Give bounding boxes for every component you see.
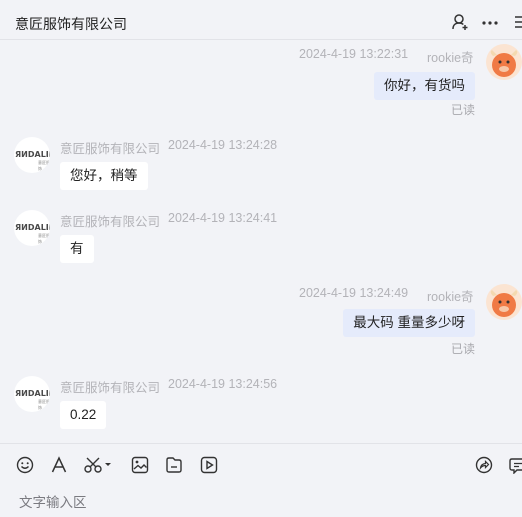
font-icon[interactable] <box>50 456 68 474</box>
share-icon[interactable] <box>475 456 493 474</box>
user-avatar[interactable] <box>486 44 522 80</box>
message-time: 2024-4-19 13:22:31 <box>299 47 409 61</box>
message-time: 2024-4-19 13:24:28 <box>168 138 278 152</box>
shop-logo-sub: 意匠服饰 <box>38 160 50 171</box>
user-avatar[interactable] <box>486 284 522 320</box>
message-sender: rookie奇 <box>427 51 474 65</box>
message-bubble[interactable]: 您好，稍等 <box>60 162 148 190</box>
message-time: 2024-4-19 13:24:41 <box>168 211 278 225</box>
message-bubble[interactable]: 有 <box>60 235 94 263</box>
shop-logo-sub: 意匠服饰 <box>38 399 50 410</box>
message-sender: rookie奇 <box>427 290 474 304</box>
chat-title: 意匠服饰有限公司 <box>15 16 127 32</box>
shop-avatar[interactable]: ЯИDALII 意匠服饰 <box>14 137 50 173</box>
add-user-icon[interactable] <box>451 13 469 31</box>
shop-logo-sub: 意匠服饰 <box>38 233 50 244</box>
shop-avatar[interactable]: ЯИDALII 意匠服饰 <box>14 210 50 246</box>
message-sender: 意匠服饰有限公司 <box>60 381 161 395</box>
more-icon[interactable] <box>481 13 499 31</box>
message-input[interactable]: 文字输入区 <box>19 491 87 511</box>
message-time: 2024-4-19 13:24:49 <box>299 286 409 300</box>
emoji-icon[interactable] <box>16 456 34 474</box>
shop-logo: ЯИDALII <box>15 223 50 232</box>
message-time: 2024-4-19 13:24:56 <box>168 377 278 391</box>
message-sender: 意匠服饰有限公司 <box>60 142 161 156</box>
message-list[interactable]: 2024-4-19 13:22:31 rookie奇 你好，有货吗 已读 ЯИD… <box>0 40 522 443</box>
video-icon[interactable] <box>200 456 218 474</box>
shop-avatar[interactable]: ЯИDALII 意匠服饰 <box>14 376 50 412</box>
message-bubble[interactable]: 最大码 重量多少呀 <box>343 309 475 337</box>
chat-header: 意匠服饰有限公司 <box>0 0 522 40</box>
composer: 文字输入区 <box>0 443 522 517</box>
read-status: 已读 <box>451 103 476 117</box>
shop-logo: ЯИDALII <box>15 150 50 159</box>
shop-logo: ЯИDALII <box>15 389 50 398</box>
read-status: 已读 <box>451 342 476 356</box>
scissors-icon[interactable] <box>84 456 112 474</box>
image-icon[interactable] <box>131 456 149 474</box>
message-bubble[interactable]: 0.22 <box>60 401 107 429</box>
list-icon[interactable] <box>513 13 522 31</box>
message-bubble[interactable]: 你好，有货吗 <box>374 72 475 100</box>
message-sender: 意匠服饰有限公司 <box>60 215 161 229</box>
quick-reply-icon[interactable] <box>509 456 522 474</box>
file-icon[interactable] <box>165 456 183 474</box>
